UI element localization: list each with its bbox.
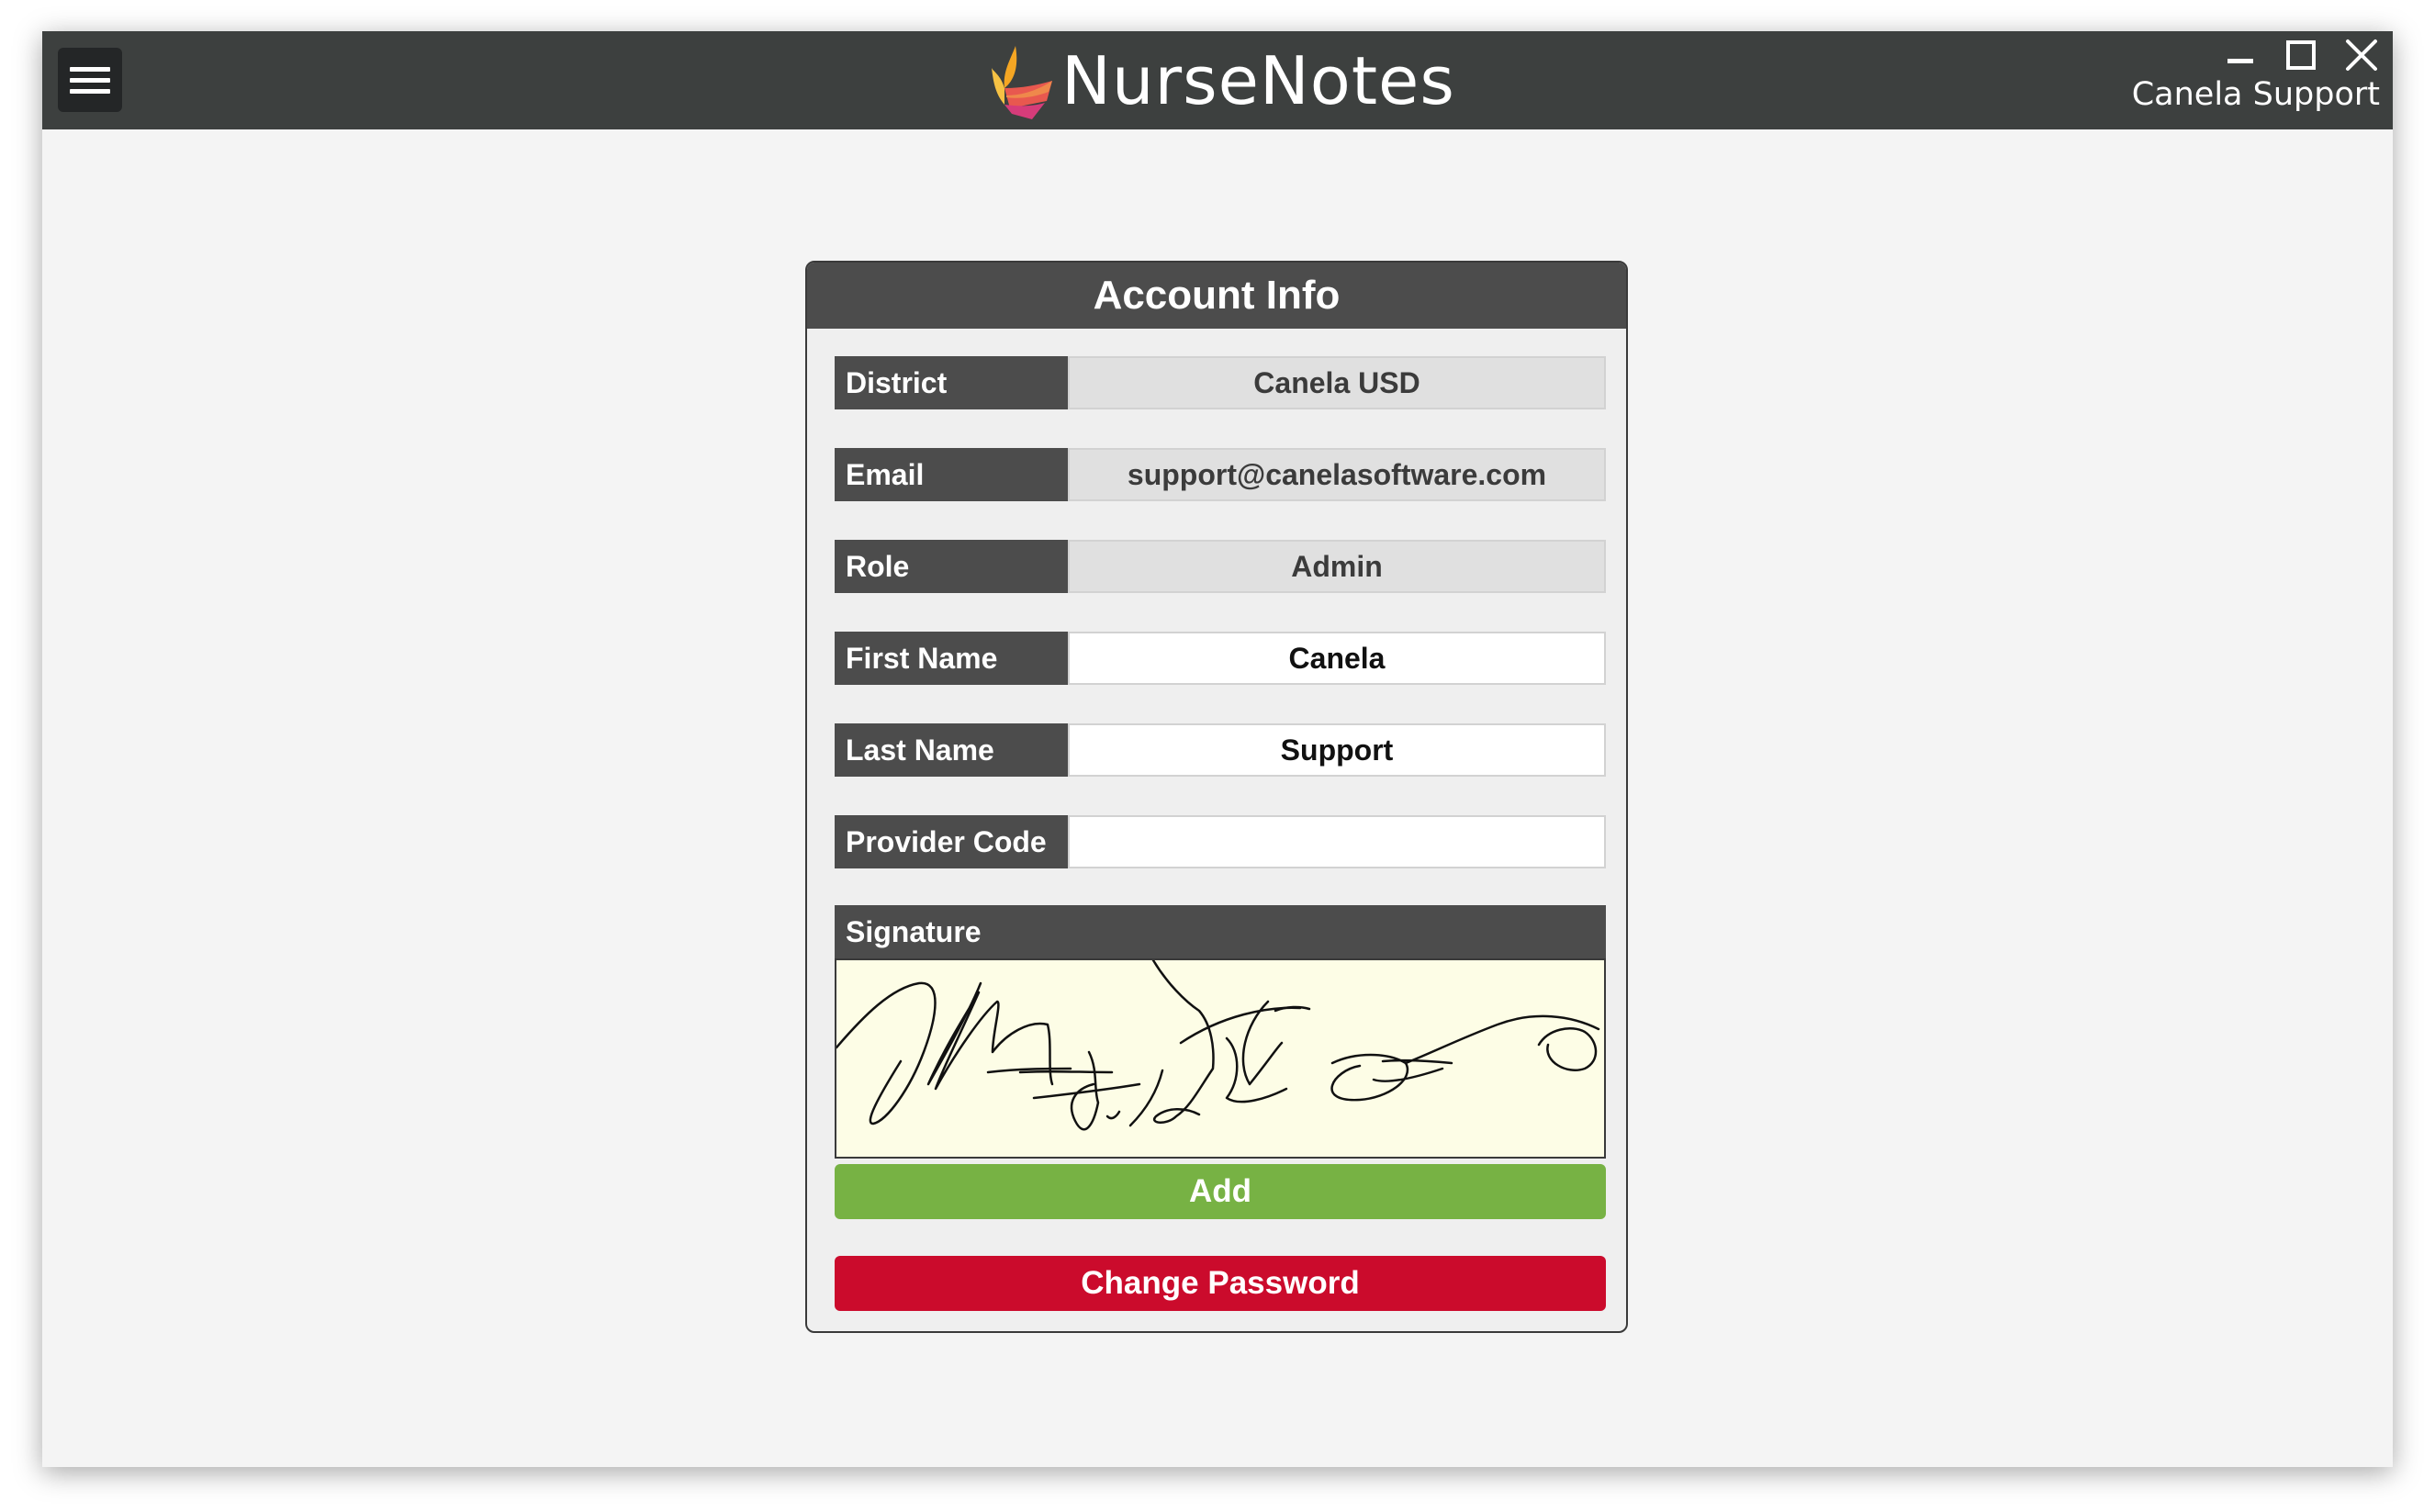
title-bar: NurseNotes Canela Support <box>42 31 2393 129</box>
first-name-label: First Name <box>835 632 1068 685</box>
close-icon[interactable] <box>2343 37 2380 73</box>
signature-label: Signature <box>835 905 1606 958</box>
role-label: Role <box>835 540 1068 593</box>
last-name-row: Last Name Support <box>835 723 1606 777</box>
flame-logo-icon <box>992 45 1052 119</box>
district-value: Canela USD <box>1068 356 1606 409</box>
signature-pad[interactable] <box>835 958 1606 1159</box>
current-user-name: Canela Support <box>2131 76 2380 113</box>
app-name: NurseNotes <box>1061 41 1455 119</box>
district-row: District Canela USD <box>835 356 1606 409</box>
add-signature-button[interactable]: Add <box>835 1164 1606 1219</box>
app-window: NurseNotes Canela Support Account Info D… <box>42 31 2393 1467</box>
hamburger-icon-line <box>70 77 110 83</box>
district-label: District <box>835 356 1068 409</box>
last-name-field[interactable]: Support <box>1068 723 1606 777</box>
provider-code-row: Provider Code <box>835 815 1606 868</box>
app-brand: NurseNotes <box>992 31 1455 129</box>
hamburger-icon-line <box>70 66 110 72</box>
provider-code-field[interactable] <box>1068 815 1606 868</box>
hamburger-icon-line <box>70 88 110 94</box>
provider-code-label: Provider Code <box>835 815 1068 868</box>
window-controls <box>2222 37 2380 73</box>
first-name-field[interactable]: Canela <box>1068 632 1606 685</box>
hamburger-menu-button[interactable] <box>58 48 122 112</box>
panel-title: Account Info <box>807 263 1626 329</box>
email-value: support@canelasoftware.com <box>1068 448 1606 501</box>
signature-drawing <box>835 958 1600 1131</box>
role-value: Admin <box>1068 540 1606 593</box>
last-name-label: Last Name <box>835 723 1068 777</box>
email-row: Email support@canelasoftware.com <box>835 448 1606 501</box>
change-password-button[interactable]: Change Password <box>835 1256 1606 1311</box>
account-info-panel: Account Info District Canela USD Email s… <box>805 261 1628 1333</box>
email-label: Email <box>835 448 1068 501</box>
first-name-row: First Name Canela <box>835 632 1606 685</box>
role-row: Role Admin <box>835 540 1606 593</box>
maximize-icon[interactable] <box>2283 37 2319 73</box>
minimize-icon[interactable] <box>2222 37 2259 73</box>
